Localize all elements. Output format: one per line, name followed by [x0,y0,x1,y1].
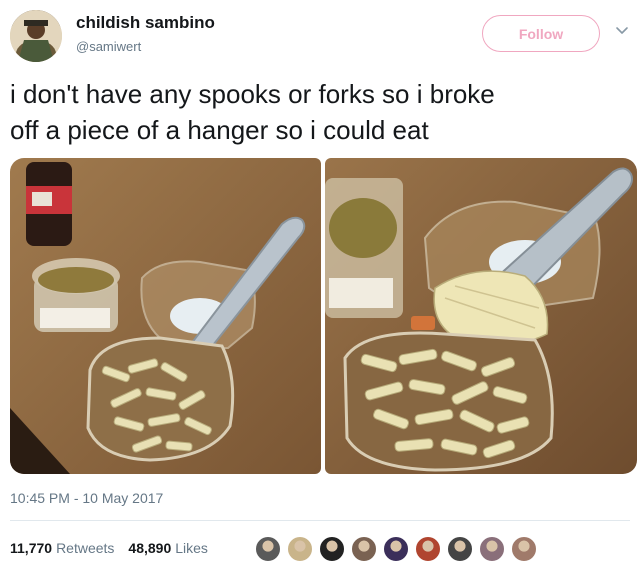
liker-avatar[interactable] [318,535,346,563]
likes-stat[interactable]: 48,890 Likes [128,540,208,556]
liker-avatar[interactable] [254,535,282,563]
tweet-photo-right[interactable] [325,158,637,474]
liker-avatars [254,535,538,563]
liker-avatar[interactable] [446,535,474,563]
liker-avatar[interactable] [382,535,410,563]
tweet-card: childish sambino @samiwert Follow i don'… [0,0,640,571]
chevron-down-icon[interactable] [614,23,630,39]
liker-avatar[interactable] [286,535,314,563]
avatar-image [10,10,62,62]
retweets-label: Retweets [56,540,115,556]
liker-avatar[interactable] [510,535,538,563]
tweet-photo-left[interactable] [10,158,321,474]
likes-label: Likes [175,540,208,556]
author-name[interactable]: childish sambino [76,13,215,33]
liker-avatar[interactable] [478,535,506,563]
retweets-count: 11,770 [10,540,53,556]
engagement-stats: 11,770 Retweets 48,890 Likes [10,540,216,556]
divider [10,520,630,521]
tweet-text-line: off a piece of a hanger so i could eat [10,115,429,145]
retweets-stat[interactable]: 11,770 Retweets [10,540,114,556]
tweet-text-line: i don't have any spooks or forks so i br… [10,79,495,109]
tweet-timestamp[interactable]: 10:45 PM - 10 May 2017 [10,490,163,506]
liker-avatar[interactable] [350,535,378,563]
liker-avatar[interactable] [414,535,442,563]
likes-count: 48,890 [128,540,172,556]
tweet-text: i don't have any spooks or forks so i br… [10,76,630,148]
avatar[interactable] [10,10,62,62]
follow-button[interactable]: Follow [482,15,600,52]
author-handle[interactable]: @samiwert [76,39,141,54]
